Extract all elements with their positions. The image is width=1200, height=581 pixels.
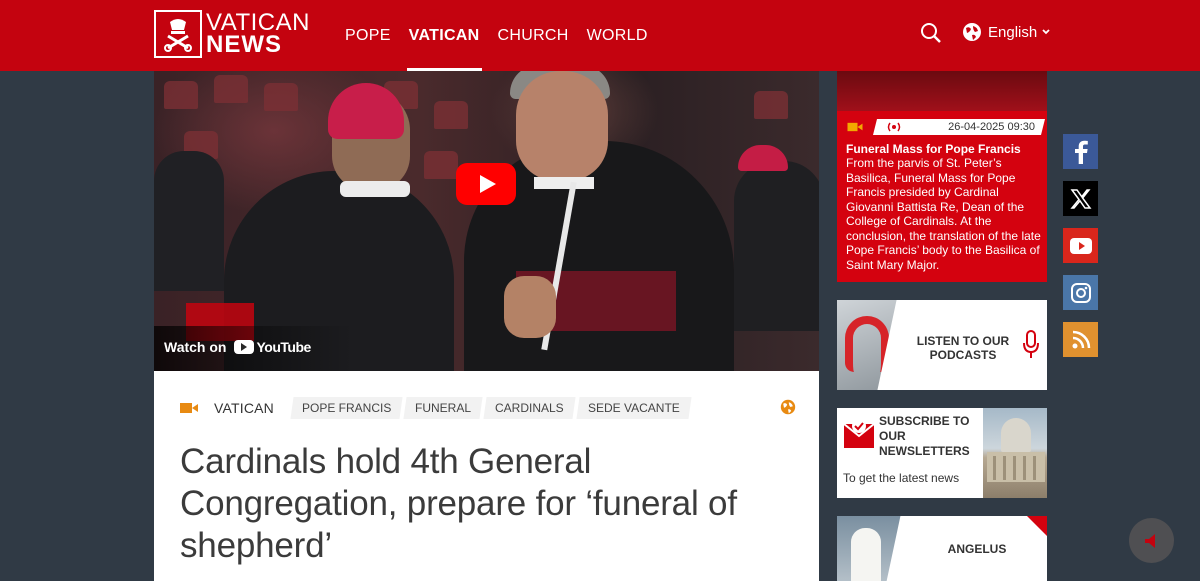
facebook-icon[interactable] xyxy=(1063,134,1098,169)
nav-item-vatican[interactable]: VATICAN xyxy=(406,0,482,71)
chevron-down-icon xyxy=(1042,29,1050,35)
article-headline: Cardinals hold 4th General Congregation,… xyxy=(180,442,737,565)
youtube-logo-icon xyxy=(234,340,255,354)
play-button[interactable] xyxy=(456,163,516,205)
live-event-card[interactable]: 26-04-2025 09:30 Funeral Mass for Pope F… xyxy=(837,111,1047,282)
nav-item-world[interactable]: WORLD xyxy=(587,0,648,71)
angelus-label: ANGELUS xyxy=(947,542,1007,556)
article-card: VATICAN POPE FRANCIS FUNERAL CARDINALS S… xyxy=(154,371,819,581)
newsletter-title: SUBSCRIBE TO OUR NEWSLETTERS xyxy=(879,414,970,458)
tag-pope-francis[interactable]: POPE FRANCIS xyxy=(290,397,403,419)
video-camera-icon xyxy=(180,403,198,413)
video-camera-icon xyxy=(847,122,863,132)
site-header: VATICAN NEWS POPE VATICAN CHURCH WORLD E… xyxy=(0,0,1200,71)
globe-icon[interactable] xyxy=(780,399,796,415)
nav-item-church[interactable]: CHURCH xyxy=(498,0,569,71)
video-player[interactable]: Watch on YouTube xyxy=(154,71,819,371)
newsletter-card[interactable]: SUBSCRIBE TO OUR NEWSLETTERS To get the … xyxy=(837,408,1047,498)
live-description: From the parvis of St. Peter’s Basilica,… xyxy=(846,156,1041,272)
social-links xyxy=(1063,134,1098,369)
main-nav: POPE VATICAN CHURCH WORLD xyxy=(345,0,666,71)
broadcast-icon xyxy=(887,122,901,132)
language-label: English xyxy=(988,23,1038,41)
podcast-label: LISTEN TO OUR PODCASTS xyxy=(916,334,1010,362)
tag-cardinals[interactable]: CARDINALS xyxy=(483,397,576,419)
language-selector[interactable]: English xyxy=(962,22,1051,42)
speaker-icon xyxy=(1144,533,1155,548)
watch-on-label: Watch on xyxy=(164,339,227,355)
search-icon[interactable] xyxy=(920,22,944,46)
st-peters-basilica-image xyxy=(983,408,1047,498)
angelus-card[interactable]: ANGELUS xyxy=(837,516,1047,581)
live-datetime: 26-04-2025 09:30 xyxy=(948,121,1035,133)
tag-sede-vacante[interactable]: SEDE VACANTE xyxy=(576,397,692,419)
play-icon xyxy=(479,175,496,193)
instagram-icon[interactable] xyxy=(1063,275,1098,310)
x-icon[interactable] xyxy=(1063,181,1098,216)
rss-icon[interactable] xyxy=(1063,322,1098,357)
youtube-label: YouTube xyxy=(256,339,311,355)
vatican-news-logo[interactable]: VATICAN NEWS xyxy=(154,10,310,58)
watch-on-youtube-link[interactable]: Watch on YouTube xyxy=(164,339,311,355)
audio-play-button[interactable] xyxy=(1129,518,1174,563)
live-title[interactable]: Funeral Mass for Pope Francis xyxy=(846,142,1021,156)
nav-item-pope[interactable]: POPE xyxy=(345,0,391,71)
logo-text-bottom: NEWS xyxy=(206,31,282,58)
papal-emblem-icon xyxy=(154,10,202,58)
microphone-icon xyxy=(1023,330,1039,358)
envelope-icon xyxy=(843,419,875,448)
podcast-card[interactable]: LISTEN TO OUR PODCASTS xyxy=(837,300,1047,390)
globe-icon xyxy=(963,23,981,41)
live-thumbnail[interactable] xyxy=(837,71,1047,111)
tag-list: POPE FRANCIS FUNERAL CARDINALS SEDE VACA… xyxy=(290,397,694,419)
tag-funeral[interactable]: FUNERAL xyxy=(403,397,483,419)
section-label[interactable]: VATICAN xyxy=(214,400,274,416)
newsletter-subtitle: To get the latest news xyxy=(843,471,960,485)
youtube-icon[interactable] xyxy=(1063,228,1098,263)
